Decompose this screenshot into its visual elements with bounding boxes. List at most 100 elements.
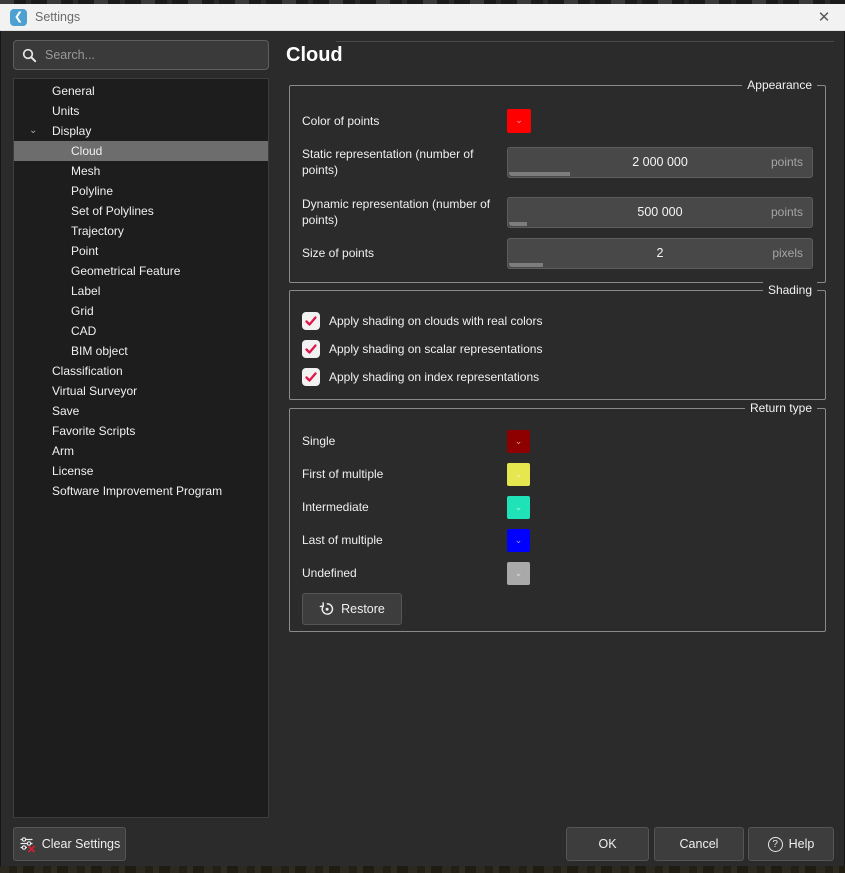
search-icon bbox=[22, 48, 37, 63]
sidebar-item-label: Trajectory bbox=[71, 224, 124, 238]
slider-unit: pixels bbox=[772, 239, 803, 268]
group-return-type-legend: Return type bbox=[745, 400, 817, 417]
sidebar-item-general[interactable]: General bbox=[14, 81, 268, 101]
slider-value: 2 bbox=[508, 239, 812, 268]
sidebar-item-set-of-polylines[interactable]: Set of Polylines bbox=[14, 201, 268, 221]
sidebar-item-label: Cloud bbox=[71, 144, 102, 158]
color-picker-single[interactable]: ⌄ bbox=[507, 430, 530, 453]
checkbox-apply-shading-on-index-representations[interactable] bbox=[302, 368, 320, 386]
clear-settings-button[interactable]: Clear Settings bbox=[13, 827, 126, 861]
slider-fill bbox=[509, 172, 570, 176]
slider-value: 500 000 bbox=[508, 198, 812, 227]
sidebar-item-cloud[interactable]: Cloud bbox=[14, 141, 268, 161]
return-type-row-single: Single⌄ bbox=[302, 430, 813, 453]
color-of-points-picker[interactable]: ⌄ bbox=[507, 109, 531, 133]
checkbox-label: Apply shading on clouds with real colors bbox=[329, 314, 542, 328]
return-type-label: Single bbox=[302, 433, 507, 449]
cancel-button[interactable]: Cancel bbox=[654, 827, 744, 861]
color-picker-last-of-multiple[interactable]: ⌄ bbox=[507, 529, 530, 552]
sidebar-item-label: Save bbox=[52, 404, 79, 418]
chevron-down-icon: ⌄ bbox=[507, 502, 530, 511]
sidebar-item-software-improvement-program[interactable]: Software Improvement Program bbox=[14, 481, 268, 501]
restore-icon bbox=[319, 601, 335, 617]
setting-row-static-representation-number-of-points: Static representation (number of points)… bbox=[302, 145, 813, 179]
checkmark-icon bbox=[304, 370, 318, 384]
clear-settings-label: Clear Settings bbox=[42, 837, 121, 851]
setting-row-dynamic-representation-number-of-points: Dynamic representation (number of points… bbox=[302, 195, 813, 229]
desktop-strip-bottom bbox=[0, 866, 845, 873]
restore-button[interactable]: Restore bbox=[302, 593, 402, 625]
color-of-points-label: Color of points bbox=[302, 113, 507, 129]
checkbox-apply-shading-on-scalar-representations[interactable] bbox=[302, 340, 320, 358]
chevron-down-icon[interactable]: ⌄ bbox=[29, 121, 43, 141]
return-type-row-undefined: Undefined⌄ bbox=[302, 562, 813, 585]
sidebar-item-label: Virtual Surveyor bbox=[52, 384, 137, 398]
color-picker-undefined[interactable]: ⌄ bbox=[507, 562, 530, 585]
return-type-label: Last of multiple bbox=[302, 532, 507, 548]
page-title: Cloud bbox=[286, 44, 343, 67]
sidebar-item-label[interactable]: Label bbox=[14, 281, 268, 301]
help-icon: ? bbox=[768, 837, 783, 852]
sidebar-item-mesh[interactable]: Mesh bbox=[14, 161, 268, 181]
sidebar-item-save[interactable]: Save bbox=[14, 401, 268, 421]
sidebar-item-grid[interactable]: Grid bbox=[14, 301, 268, 321]
sidebar-item-display[interactable]: ⌄ Display bbox=[14, 121, 268, 141]
ok-label: OK bbox=[598, 837, 616, 851]
sidebar-item-polyline[interactable]: Polyline bbox=[14, 181, 268, 201]
sidebar-item-trajectory[interactable]: Trajectory bbox=[14, 221, 268, 241]
chevron-down-icon: ⌄ bbox=[507, 535, 530, 544]
group-appearance-legend: Appearance bbox=[742, 77, 817, 94]
sidebar-item-classification[interactable]: Classification bbox=[14, 361, 268, 381]
checkbox-row-apply-shading-on-index-representations: Apply shading on index representations bbox=[302, 368, 539, 386]
group-appearance: Appearance Color of points ⌄ Static repr… bbox=[289, 85, 826, 283]
sidebar-item-license[interactable]: License bbox=[14, 461, 268, 481]
close-icon[interactable]: ✕ bbox=[813, 8, 835, 26]
sidebar-item-arm[interactable]: Arm bbox=[14, 441, 268, 461]
sidebar-item-point[interactable]: Point bbox=[14, 241, 268, 261]
sidebar-item-label: Point bbox=[71, 244, 98, 258]
slider-input-dynamic-representation-number-of-points[interactable]: 500 000points bbox=[507, 197, 813, 228]
setting-label: Size of points bbox=[302, 245, 507, 261]
sidebar-item-label: Mesh bbox=[71, 164, 100, 178]
color-picker-first-of-multiple[interactable]: ⌄ bbox=[507, 463, 530, 486]
return-type-label: Intermediate bbox=[302, 499, 507, 515]
sidebar-item-label: License bbox=[52, 464, 93, 478]
sidebar-item-label: CAD bbox=[71, 324, 96, 338]
sidebar-item-favorite-scripts[interactable]: Favorite Scripts bbox=[14, 421, 268, 441]
sidebar-item-label: Grid bbox=[71, 304, 94, 318]
slider-input-static-representation-number-of-points[interactable]: 2 000 000points bbox=[507, 147, 813, 178]
sidebar-item-bim-object[interactable]: BIM object bbox=[14, 341, 268, 361]
cancel-label: Cancel bbox=[680, 837, 719, 851]
color-of-points-row: Color of points ⌄ bbox=[302, 104, 813, 138]
chevron-down-icon: ⌄ bbox=[507, 116, 531, 125]
sidebar-item-label: Favorite Scripts bbox=[52, 424, 135, 438]
sidebar-item-label: Display bbox=[52, 124, 91, 138]
return-type-row-first-of-multiple: First of multiple⌄ bbox=[302, 463, 813, 486]
return-type-label: First of multiple bbox=[302, 466, 507, 482]
search-box bbox=[13, 40, 269, 70]
window-title: Settings bbox=[35, 10, 80, 24]
sidebar-item-label: Polyline bbox=[71, 184, 113, 198]
group-shading: Shading Apply shading on clouds with rea… bbox=[289, 290, 826, 400]
slider-fill bbox=[509, 263, 543, 267]
sidebar-item-label: Label bbox=[71, 284, 100, 298]
help-button[interactable]: ? Help bbox=[748, 827, 834, 861]
chevron-down-icon: ⌄ bbox=[507, 568, 530, 577]
sidebar-item-geometrical-feature[interactable]: Geometrical Feature bbox=[14, 261, 268, 281]
slider-input-size-of-points[interactable]: 2pixels bbox=[507, 238, 813, 269]
sidebar-item-label: BIM object bbox=[71, 344, 128, 358]
sidebar-item-cad[interactable]: CAD bbox=[14, 321, 268, 341]
sidebar-item-label: General bbox=[52, 84, 95, 98]
chevron-down-icon: ⌄ bbox=[507, 469, 530, 478]
sidebar-item-units[interactable]: Units bbox=[14, 101, 268, 121]
checkbox-apply-shading-on-clouds-with-real-colors[interactable] bbox=[302, 312, 320, 330]
sidebar-item-virtual-surveyor[interactable]: Virtual Surveyor bbox=[14, 381, 268, 401]
checkbox-row-apply-shading-on-clouds-with-real-colors: Apply shading on clouds with real colors bbox=[302, 312, 542, 330]
setting-label: Static representation (number of points) bbox=[302, 146, 507, 178]
ok-button[interactable]: OK bbox=[566, 827, 649, 861]
screen: ❮ Settings ✕ GeneralUnits⌄DisplayCloudMe… bbox=[0, 0, 845, 873]
sidebar-item-label: Software Improvement Program bbox=[52, 484, 222, 498]
color-picker-intermediate[interactable]: ⌄ bbox=[507, 496, 530, 519]
group-return-type: Return type Single⌄First of multiple⌄Int… bbox=[289, 408, 826, 632]
search-input[interactable] bbox=[45, 48, 260, 62]
